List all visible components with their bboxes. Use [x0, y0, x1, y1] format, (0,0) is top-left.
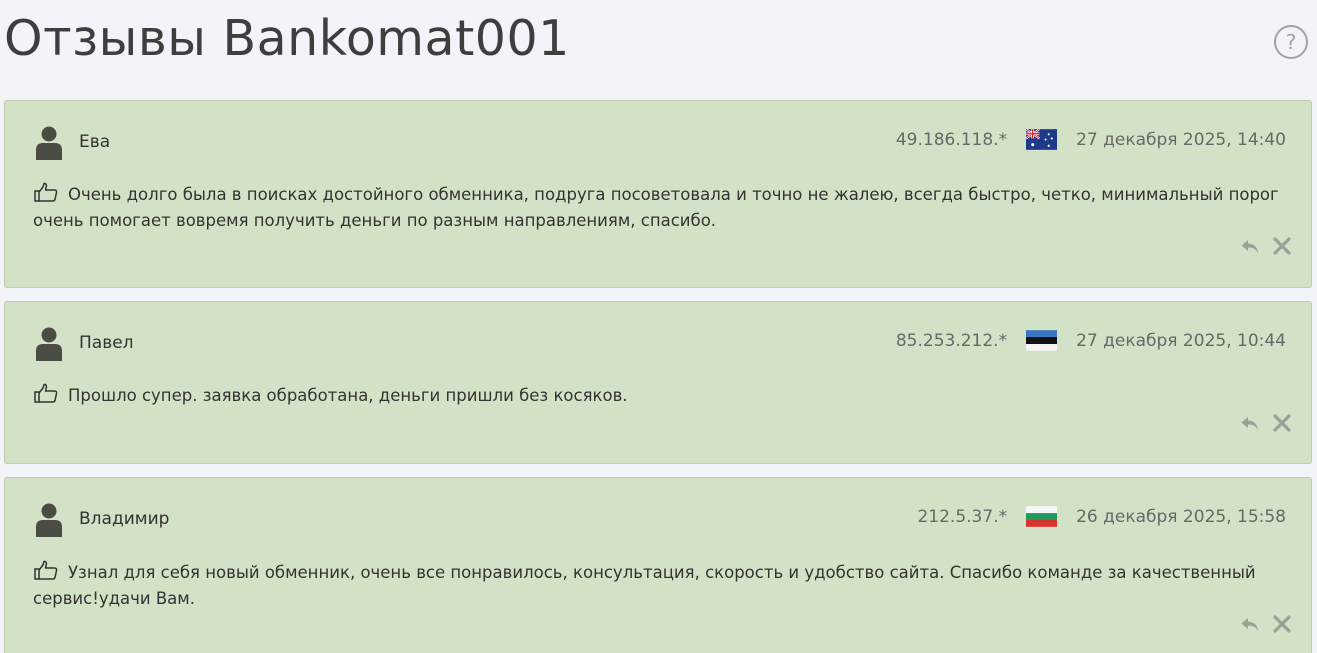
review-date: 26 декабря 2025, 15:58: [1076, 506, 1286, 527]
help-button[interactable]: ?: [1274, 25, 1308, 59]
reply-arrow-icon[interactable]: [1239, 235, 1261, 257]
reply-arrow-icon[interactable]: [1239, 613, 1261, 635]
review-card: Павел 85.253.212.* 27 декабря 2025, 10:4…: [4, 301, 1312, 464]
estonia-flag-icon: [1026, 330, 1058, 351]
review-text: Узнал для себя новый обменник, очень все…: [33, 563, 1256, 608]
page-title: Отзывы Bankomat001: [4, 10, 570, 67]
review-content: Очень долго была в поисках достойного об…: [33, 182, 1283, 234]
review-date: 27 декабря 2025, 10:44: [1076, 330, 1286, 351]
close-x-icon[interactable]: [1271, 235, 1293, 257]
review-ip: 49.186.118.*: [895, 129, 1008, 150]
review-actions: [1229, 613, 1293, 635]
user-avatar-icon: [36, 327, 62, 361]
thumbs-up-icon: [34, 182, 58, 202]
review-date: 27 декабря 2025, 14:40: [1076, 129, 1286, 150]
thumbs-up-icon: [34, 560, 58, 580]
close-x-icon[interactable]: [1271, 613, 1293, 635]
review-author: Ева: [79, 132, 111, 152]
review-card: Владимир 212.5.37.* 26 декабря 2025, 15:…: [4, 477, 1312, 653]
review-meta: 212.5.37.* 26 декабря 2025, 15:58: [917, 506, 1286, 527]
review-actions: [1229, 412, 1293, 434]
australia-flag-icon: [1026, 129, 1058, 150]
review-meta: 49.186.118.* 27 декабря 2025, 14:40: [896, 129, 1286, 150]
review-ip: 85.253.212.*: [895, 330, 1008, 351]
reply-arrow-icon[interactable]: [1239, 412, 1261, 434]
thumbs-up-icon: [34, 383, 58, 403]
user-avatar-icon: [36, 503, 62, 537]
user-avatar-icon: [36, 126, 62, 160]
review-content: Прошло супер. заявка обработана, деньги …: [33, 383, 1283, 409]
review-content: Узнал для себя новый обменник, очень все…: [33, 560, 1283, 612]
review-meta: 85.253.212.* 27 декабря 2025, 10:44: [896, 330, 1286, 351]
bulgaria-flag-icon: [1026, 506, 1058, 527]
review-text: Прошло супер. заявка обработана, деньги …: [68, 386, 628, 405]
review-card: Ева 49.186.118.* 27 декабря 2025, 14:40: [4, 100, 1312, 288]
reviews-page: Отзывы Bankomat001 ? Ева 49.186.118.* 27…: [0, 0, 1317, 653]
review-actions: [1229, 235, 1293, 257]
review-text: Очень долго была в поисках достойного об…: [33, 185, 1279, 230]
close-x-icon[interactable]: [1271, 412, 1293, 434]
review-ip: 212.5.37.*: [917, 506, 1008, 527]
review-author: Павел: [79, 333, 134, 353]
review-author: Владимир: [79, 509, 170, 529]
